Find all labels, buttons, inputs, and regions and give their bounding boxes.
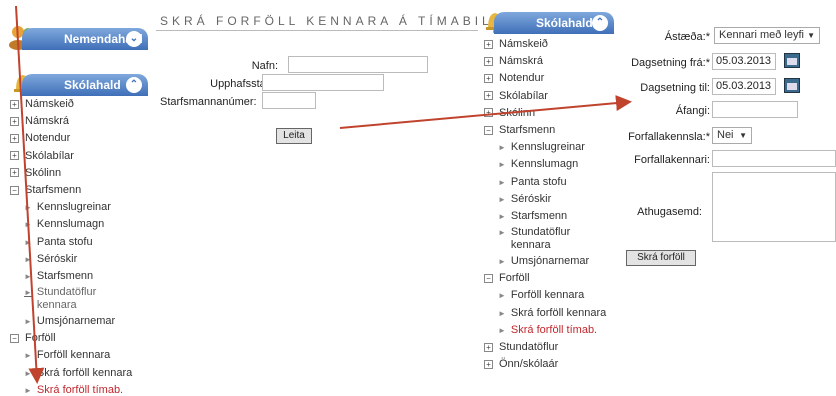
annotation-arrow-right	[339, 95, 632, 129]
annotation-arrow-down	[15, 5, 45, 384]
annotation-arrows	[15, 5, 632, 384]
